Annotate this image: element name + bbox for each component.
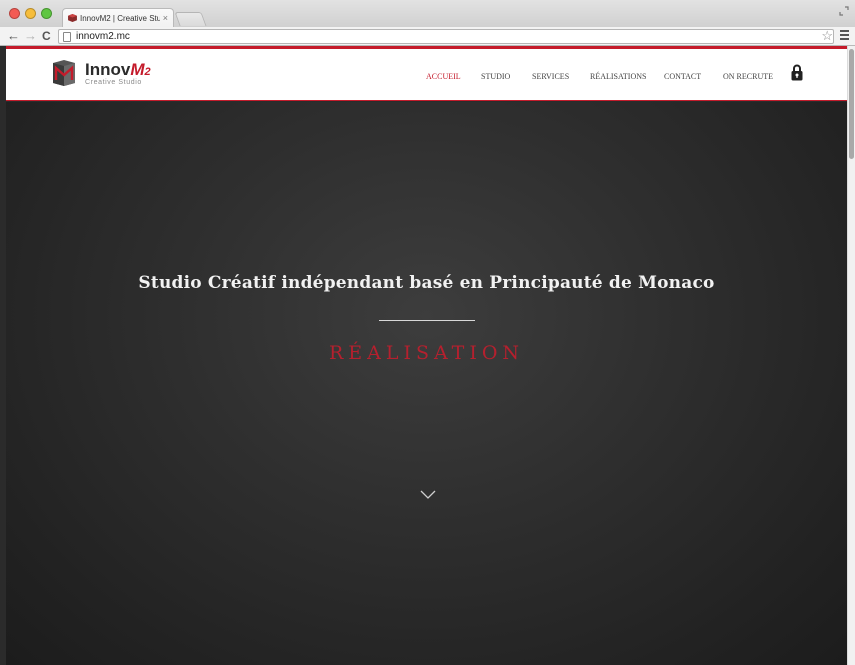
hero-rotating-word: RÉALISATION (328, 342, 525, 364)
browser-menu-icon[interactable] (840, 30, 849, 40)
logo-tagline: Creative Studio (85, 78, 142, 86)
browser-toolbar: ← → C innovm2.mc ☆ (0, 27, 855, 46)
browser-window: InnovM2 | Creative Studio × ← → C innovm… (0, 0, 855, 665)
chevron-down-icon[interactable] (420, 490, 436, 500)
back-arrow-icon[interactable]: ← (7, 29, 20, 43)
nav-item-studio[interactable]: STUDIO (481, 72, 510, 81)
scrollbar-thumb[interactable] (849, 49, 854, 159)
bookmark-star-icon[interactable]: ☆ (821, 28, 833, 43)
reload-icon[interactable]: C (42, 29, 51, 43)
scrollbar-track[interactable] (847, 46, 855, 665)
hero-section: Studio Créatif indépendant basé en Princ… (6, 102, 847, 665)
close-window-button[interactable] (9, 8, 20, 19)
fullscreen-icon[interactable] (839, 6, 849, 16)
maximize-window-button[interactable] (41, 8, 52, 19)
page-icon (63, 31, 71, 42)
new-tab-button[interactable] (174, 12, 207, 26)
web-page: InnovM2 Creative Studio ACCUEIL STUDIO S… (6, 46, 847, 665)
site-header: InnovM2 Creative Studio ACCUEIL STUDIO S… (6, 49, 847, 101)
forward-arrow-icon[interactable]: → (24, 29, 37, 43)
nav-item-contact[interactable]: CONTACT (664, 72, 701, 81)
nav-item-services[interactable]: SERVICES (532, 72, 569, 81)
site-favicon-icon (68, 14, 77, 22)
minimize-window-button[interactable] (25, 8, 36, 19)
nav-item-realisations[interactable]: RÉALISATIONS (590, 72, 646, 81)
site-logo[interactable]: InnovM2 Creative Studio (53, 60, 151, 86)
hero-title: Studio Créatif indépendant basé en Princ… (138, 273, 715, 293)
nav-item-on-recrute[interactable]: ON RECRUTE (723, 72, 773, 81)
tab-bar: InnovM2 | Creative Studio × (0, 0, 855, 27)
nav-item-accueil[interactable]: ACCUEIL (426, 72, 461, 81)
browser-tab[interactable]: InnovM2 | Creative Studio × (62, 8, 174, 27)
tab-title: InnovM2 | Creative Studio (80, 13, 160, 23)
hero-divider (379, 320, 475, 321)
url-text: innovm2.mc (76, 31, 130, 42)
logo-name: InnovM2 (85, 59, 151, 79)
window-controls (9, 8, 52, 19)
tab-close-icon[interactable]: × (163, 13, 168, 23)
address-bar[interactable]: innovm2.mc (58, 29, 834, 44)
logo-cube-icon (53, 60, 75, 86)
page-viewport: InnovM2 Creative Studio ACCUEIL STUDIO S… (0, 46, 855, 665)
lock-icon[interactable] (791, 64, 803, 81)
